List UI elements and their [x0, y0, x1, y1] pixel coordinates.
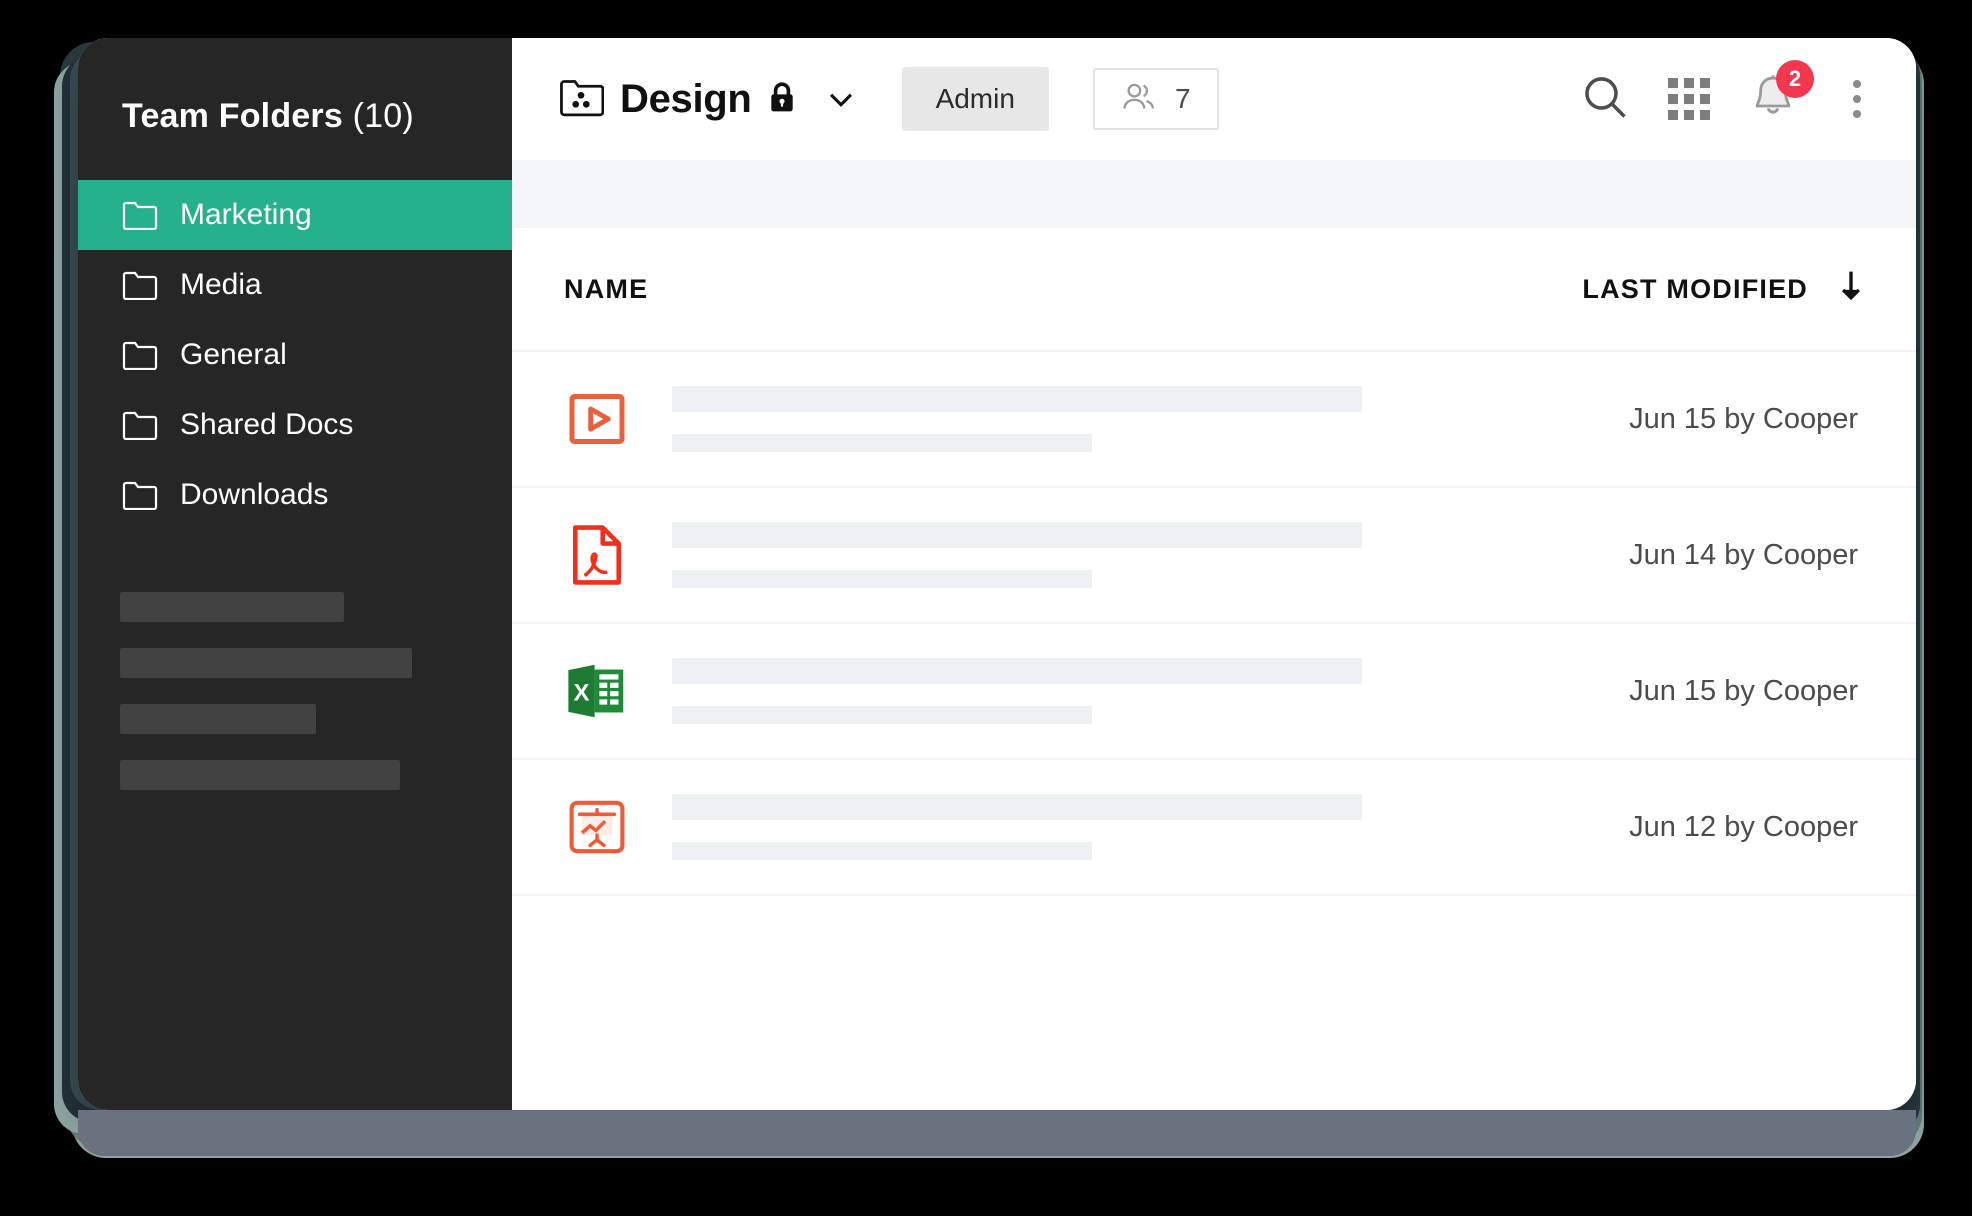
app-window: Team Folders (10) Marketing Media Genera… [78, 38, 1916, 1110]
page-title: Design [620, 76, 752, 121]
file-name-placeholder [630, 386, 1629, 452]
pdf-file-icon [564, 523, 630, 587]
file-name-placeholder [630, 794, 1629, 860]
folder-icon [122, 270, 158, 301]
current-folder[interactable]: Design [558, 77, 858, 122]
file-list: Jun 15 by Cooper Jun 14 by Cooper X Jun … [512, 352, 1916, 1110]
video-file-icon [564, 389, 630, 449]
last-modified-value: Jun 15 by Cooper [1629, 402, 1858, 435]
column-header-last-modified-label: LAST MODIFIED [1582, 273, 1808, 304]
table-row[interactable]: Jun 14 by Cooper [512, 488, 1916, 624]
sidebar-placeholder-bar [120, 592, 344, 622]
sidebar-item-label: Marketing [180, 198, 312, 231]
column-header-last-modified[interactable]: LAST MODIFIED [1582, 269, 1864, 310]
sidebar-nav: Marketing Media General Shared Docs Down… [78, 180, 512, 530]
table-row-empty [512, 896, 1916, 1032]
sidebar-item-general[interactable]: General [78, 320, 512, 390]
presentation-file-icon [564, 797, 630, 857]
sidebar-placeholder-bar [120, 704, 316, 734]
members-count: 7 [1174, 83, 1191, 114]
more-vertical-icon [1853, 80, 1861, 118]
toolbar-actions: 2 [1580, 60, 1882, 124]
sub-toolbar-band [512, 160, 1916, 228]
table-row[interactable]: Jun 15 by Cooper [512, 352, 1916, 488]
sidebar-placeholder-bar [120, 760, 400, 790]
search-icon [1582, 74, 1628, 125]
last-modified-value: Jun 12 by Cooper [1629, 810, 1858, 843]
table-row[interactable]: X Jun 15 by Cooper [512, 624, 1916, 760]
lock-icon [768, 81, 796, 118]
arrow-down-icon[interactable] [1838, 269, 1864, 310]
content-area: Design Admin 7 2 NAME LAST MODIFIED Jun … [512, 38, 1916, 1110]
shared-folder-icon [558, 77, 605, 122]
sidebar-item-label: Shared Docs [180, 408, 354, 441]
sidebar: Team Folders (10) Marketing Media Genera… [78, 38, 512, 1110]
role-chip[interactable]: Admin [901, 67, 1049, 131]
window-bottom-bar [78, 1110, 1916, 1156]
sidebar-title-text: Team Folders [122, 97, 343, 135]
sidebar-title: Team Folders (10) [78, 46, 512, 136]
sidebar-item-media[interactable]: Media [78, 250, 512, 320]
sidebar-item-marketing[interactable]: Marketing [78, 180, 512, 250]
folder-icon [122, 410, 158, 441]
last-modified-value: Jun 15 by Cooper [1629, 674, 1858, 707]
toolbar: Design Admin 7 2 [512, 38, 1916, 160]
sidebar-item-label: Media [180, 268, 262, 301]
sidebar-placeholder-bar [120, 648, 412, 678]
overflow-menu-button[interactable] [1832, 74, 1882, 124]
sidebar-placeholder-list [78, 592, 512, 790]
file-name-placeholder [630, 522, 1629, 588]
members-button[interactable]: 7 [1092, 68, 1219, 130]
column-header-name[interactable]: NAME [564, 274, 1582, 305]
sidebar-item-downloads[interactable]: Downloads [78, 460, 512, 530]
grid-apps-icon [1668, 78, 1710, 120]
chevron-down-icon[interactable] [824, 82, 858, 116]
svg-text:X: X [574, 680, 590, 707]
table-header: NAME LAST MODIFIED [512, 228, 1916, 352]
file-name-placeholder [630, 658, 1629, 724]
apps-button[interactable] [1664, 74, 1714, 124]
notifications-button[interactable]: 2 [1748, 60, 1814, 124]
sidebar-item-label: General [180, 338, 287, 371]
sidebar-item-label: Downloads [180, 478, 329, 511]
excel-file-icon: X [564, 660, 630, 722]
screenshot-stage: Team Folders (10) Marketing Media Genera… [0, 0, 1972, 1216]
folder-icon [122, 480, 158, 511]
folder-icon [122, 200, 158, 231]
people-icon [1121, 82, 1157, 117]
folder-icon [122, 340, 158, 371]
sidebar-item-shared-docs[interactable]: Shared Docs [78, 390, 512, 460]
search-button[interactable] [1580, 74, 1630, 124]
table-row[interactable]: Jun 12 by Cooper [512, 760, 1916, 896]
notification-badge: 2 [1776, 60, 1814, 98]
sidebar-title-count: (10) [352, 97, 414, 135]
last-modified-value: Jun 14 by Cooper [1629, 538, 1858, 571]
